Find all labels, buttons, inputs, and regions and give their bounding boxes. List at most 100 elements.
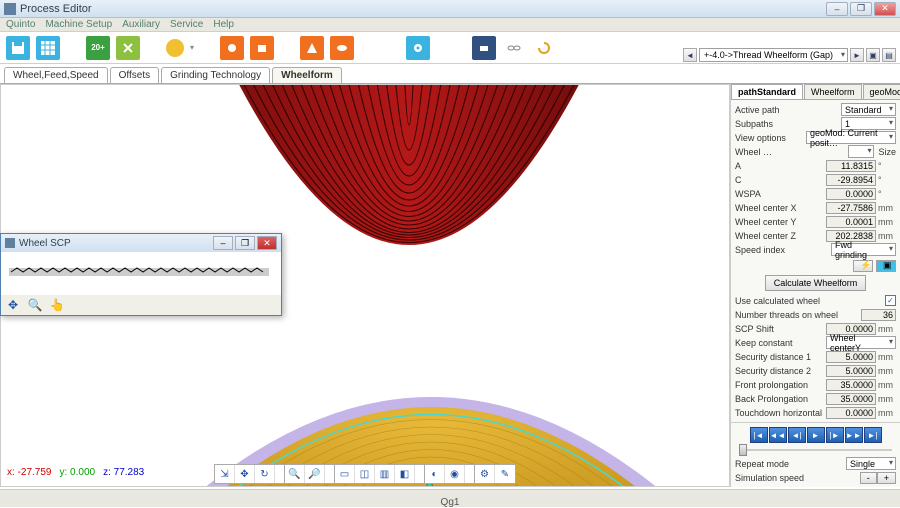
vp-toggle-b-icon[interactable]: ◉ bbox=[445, 465, 465, 483]
vp-misc-a-icon[interactable]: ⚙ bbox=[475, 465, 495, 483]
scp-move-icon[interactable]: ✥ bbox=[5, 297, 21, 313]
vp-view-b-icon[interactable]: ◫ bbox=[355, 465, 375, 483]
nav-prev-button[interactable]: ◄ bbox=[683, 48, 697, 62]
tab-wheel-feed-speed[interactable]: Wheel,Feed,Speed bbox=[4, 67, 108, 83]
wheel-scp-minimize-button[interactable]: – bbox=[213, 236, 233, 250]
vp-toggle-a-icon[interactable]: ◐ bbox=[425, 465, 445, 483]
wspa-label: WSPA bbox=[735, 189, 826, 199]
close-button[interactable]: ✕ bbox=[874, 2, 896, 16]
scp-zoom-icon[interactable]: 🔍 bbox=[27, 297, 43, 313]
mini-tool-a-icon[interactable]: ⚡ bbox=[853, 260, 873, 272]
vp-view-a-icon[interactable]: ▭ bbox=[335, 465, 355, 483]
tool-green2-icon[interactable] bbox=[116, 36, 140, 60]
step-back-button[interactable]: ◄| bbox=[788, 427, 806, 443]
wcy-input[interactable] bbox=[826, 216, 876, 228]
play-button[interactable]: ► bbox=[807, 427, 825, 443]
wheel-sel-slider[interactable] bbox=[848, 145, 874, 158]
touchdown-input[interactable] bbox=[826, 407, 876, 419]
scp-profile-render bbox=[7, 258, 271, 286]
scpshift-label: SCP Shift bbox=[735, 324, 826, 334]
speed-index-combo[interactable]: Fwd grinding bbox=[831, 243, 896, 256]
vp-misc-b-icon[interactable]: ✎ bbox=[495, 465, 515, 483]
frontprol-input[interactable] bbox=[826, 379, 876, 391]
titlebar: Process Editor – ❐ ✕ bbox=[0, 0, 900, 18]
rp-tab-wheelform[interactable]: Wheelform bbox=[804, 84, 862, 99]
c-unit: ° bbox=[876, 175, 896, 185]
maximize-button[interactable]: ❐ bbox=[850, 2, 872, 16]
skip-start-button[interactable]: |◄ bbox=[750, 427, 768, 443]
backprol-label: Back Prolongation bbox=[735, 394, 826, 404]
coordinate-readout: x: -27.759 y: 0.000 z: 77.283 bbox=[7, 467, 144, 478]
top-tool-b-icon[interactable]: ▤ bbox=[882, 48, 896, 62]
playback-slider[interactable] bbox=[739, 449, 892, 451]
view-options-label: View options bbox=[735, 133, 806, 143]
coord-x-value: -27.759 bbox=[18, 467, 52, 478]
wheel-scp-body bbox=[1, 252, 281, 295]
vp-zoom-out-icon[interactable]: 🔎 bbox=[305, 465, 325, 483]
tool-orange1-icon[interactable] bbox=[220, 36, 244, 60]
tool-orange4-icon[interactable] bbox=[330, 36, 354, 60]
menu-quinto[interactable]: Quinto bbox=[6, 19, 35, 30]
vp-rotate-icon[interactable]: ↻ bbox=[255, 465, 275, 483]
wheel-scp-window[interactable]: Wheel SCP – ❐ ✕ ✥ 🔍 👆 bbox=[0, 233, 282, 316]
top-tool-a-icon[interactable]: ▣ bbox=[866, 48, 880, 62]
view-options-combo[interactable]: geoMod: Current posit… bbox=[806, 131, 896, 144]
wspa-input[interactable] bbox=[826, 188, 876, 200]
simspeed-minus-button[interactable]: - bbox=[860, 472, 877, 484]
scp-point-icon[interactable]: 👆 bbox=[49, 297, 65, 313]
vp-move-icon[interactable]: ✥ bbox=[235, 465, 255, 483]
slider-thumb[interactable] bbox=[739, 444, 747, 456]
dropdown-caret-icon[interactable]: ▾ bbox=[190, 43, 194, 52]
fast-forward-button[interactable]: ►► bbox=[845, 427, 863, 443]
menu-machine-setup[interactable]: Machine Setup bbox=[45, 19, 112, 30]
tab-grinding-technology[interactable]: Grinding Technology bbox=[161, 67, 270, 83]
rp-tab-pathstandard[interactable]: pathStandard bbox=[731, 84, 803, 99]
skip-end-button[interactable]: ►| bbox=[864, 427, 882, 443]
tool-orange2-icon[interactable] bbox=[250, 36, 274, 60]
c-label: C bbox=[735, 175, 826, 185]
grid-icon[interactable] bbox=[36, 36, 60, 60]
threads-input[interactable] bbox=[861, 309, 896, 321]
rewind-button[interactable]: ◄◄ bbox=[769, 427, 787, 443]
wheel-scp-maximize-button[interactable]: ❐ bbox=[235, 236, 255, 250]
menu-bar: Quinto Machine Setup Auxiliary Service H… bbox=[0, 18, 900, 32]
mini-tool-b-icon[interactable]: ▣ bbox=[876, 260, 896, 272]
calculate-wheelform-button[interactable]: Calculate Wheelform bbox=[765, 275, 867, 291]
workpiece-render bbox=[121, 317, 730, 487]
menu-service[interactable]: Service bbox=[170, 19, 203, 30]
wcx-input[interactable] bbox=[826, 202, 876, 214]
tab-offsets[interactable]: Offsets bbox=[110, 67, 160, 83]
use-calc-checkbox[interactable]: ✓ bbox=[885, 295, 896, 306]
simspeed-plus-button[interactable]: + bbox=[877, 472, 896, 484]
wspa-unit: ° bbox=[876, 189, 896, 199]
a-input[interactable] bbox=[826, 160, 876, 172]
save-icon[interactable] bbox=[6, 36, 30, 60]
tool-refresh-icon[interactable] bbox=[532, 36, 556, 60]
keepconst-combo[interactable]: Wheel centerY bbox=[826, 336, 896, 349]
vp-view-d-icon[interactable]: ◧ bbox=[395, 465, 415, 483]
tool-blue3-icon[interactable] bbox=[472, 36, 496, 60]
tab-wheelform[interactable]: Wheelform bbox=[272, 67, 342, 83]
c-input[interactable] bbox=[826, 174, 876, 186]
menu-auxiliary[interactable]: Auxiliary bbox=[122, 19, 160, 30]
vp-zoom-in-icon[interactable]: 🔍 bbox=[285, 465, 305, 483]
vp-axis-icon[interactable]: ⇲ bbox=[215, 465, 235, 483]
tool-blue-mid-icon[interactable] bbox=[406, 36, 430, 60]
tool-link-icon[interactable] bbox=[502, 36, 526, 60]
wheel-scp-titlebar[interactable]: Wheel SCP – ❐ ✕ bbox=[1, 234, 281, 252]
menu-help[interactable]: Help bbox=[213, 19, 234, 30]
tool-orange3-icon[interactable] bbox=[300, 36, 324, 60]
rp-tab-geomod[interactable]: geoMod bbox=[863, 84, 900, 99]
nav-next-button[interactable]: ► bbox=[850, 48, 864, 62]
repeat-combo[interactable]: Single bbox=[846, 457, 896, 470]
active-path-combo[interactable]: Standard bbox=[841, 103, 896, 116]
tool-green1-icon[interactable]: 20+ bbox=[86, 36, 110, 60]
wheel-scp-close-button[interactable]: ✕ bbox=[257, 236, 277, 250]
secd2-input[interactable] bbox=[826, 365, 876, 377]
vp-view-c-icon[interactable]: ▥ bbox=[375, 465, 395, 483]
process-select-combo[interactable]: +-4.0->Thread Wheelform (Gap) bbox=[699, 48, 848, 62]
sun-icon[interactable] bbox=[166, 39, 184, 57]
minimize-button[interactable]: – bbox=[826, 2, 848, 16]
step-forward-button[interactable]: |► bbox=[826, 427, 844, 443]
backprol-input[interactable] bbox=[826, 393, 876, 405]
